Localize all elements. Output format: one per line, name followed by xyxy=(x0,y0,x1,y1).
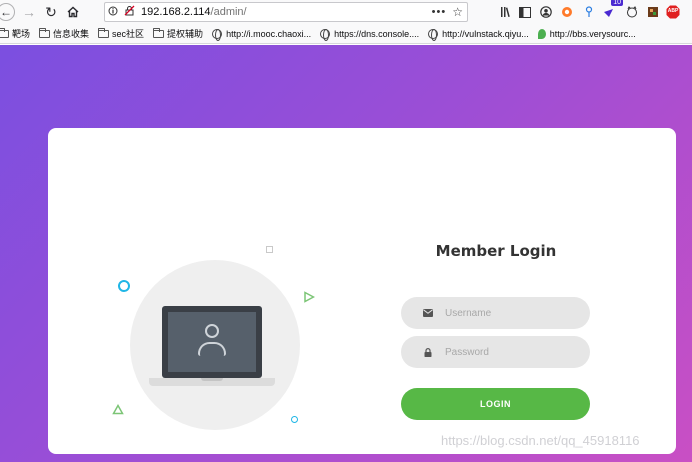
bookmark-item[interactable]: sec社区 xyxy=(98,27,144,40)
bookmark-star-icon[interactable]: ☆ xyxy=(452,5,463,19)
envelope-icon xyxy=(423,309,433,317)
deco-triangle-right-icon xyxy=(304,291,315,303)
password-placeholder: Password xyxy=(445,346,489,358)
globe-icon xyxy=(212,28,223,41)
deco-ring-small xyxy=(291,416,298,423)
username-field[interactable]: Username xyxy=(401,297,590,329)
leaf-icon xyxy=(537,28,546,39)
bookmark-label: 提权辅助 xyxy=(167,29,204,39)
extension-cat-icon[interactable] xyxy=(624,4,640,20)
login-title: Member Login xyxy=(435,242,557,260)
globe-icon xyxy=(320,28,331,41)
deco-ring-large xyxy=(118,280,130,292)
bookmark-label: https://dns.console.... xyxy=(334,28,420,39)
extension-orange-icon[interactable] xyxy=(559,4,575,20)
library-icon[interactable] xyxy=(498,4,514,20)
extension-badge-icon[interactable]: 10 xyxy=(601,0,623,20)
reload-button[interactable]: ↻ xyxy=(41,2,61,22)
bookmark-label: 信息收集 xyxy=(53,29,90,39)
bookmark-label: 靶场 xyxy=(12,29,31,39)
bookmark-item[interactable]: https://dns.console.... xyxy=(320,28,420,41)
bookmark-item[interactable]: 信息收集 xyxy=(39,27,89,40)
login-button[interactable]: LOGIN xyxy=(401,388,590,420)
back-button[interactable]: ← xyxy=(0,3,15,21)
watermark: https://blog.csdn.net/qq_45918116 xyxy=(441,433,640,448)
password-field[interactable]: Password xyxy=(401,336,590,368)
bookmarks-bar: 靶场 信息收集 sec社区 提权辅助 http://i.mooc.chaoxi.… xyxy=(0,24,692,44)
page-actions-menu[interactable]: ••• xyxy=(432,6,447,18)
extension-badge-count: 10 xyxy=(611,0,623,6)
deco-triangle-up-icon xyxy=(112,404,124,415)
bookmark-item[interactable]: 靶场 xyxy=(0,27,30,40)
globe-icon xyxy=(428,28,439,41)
bookmark-item[interactable]: http://i.mooc.chaoxi... xyxy=(212,28,312,41)
page-info-icon[interactable] xyxy=(105,6,121,19)
adblock-label: ABP xyxy=(667,8,679,14)
page-background: Member Login Username Password LOGIN htt… xyxy=(0,45,692,462)
folder-icon xyxy=(153,27,165,38)
forward-button[interactable]: → xyxy=(19,2,39,22)
bookmark-label: http://vulnstack.qiyu... xyxy=(442,28,529,39)
browser-toolbar: ← → ↻ 192.168.2.114/admin/ ••• ☆ 10 ABP xyxy=(0,0,692,24)
sidebar-icon[interactable] xyxy=(517,4,533,20)
bookmark-item[interactable]: http://vulnstack.qiyu... xyxy=(428,28,529,41)
home-button[interactable] xyxy=(63,2,83,22)
account-icon[interactable] xyxy=(538,4,554,20)
extension-key-icon[interactable] xyxy=(581,4,597,20)
insecure-lock-icon[interactable] xyxy=(121,5,137,19)
username-placeholder: Username xyxy=(445,307,492,319)
bookmark-label: http://bbs.verysourc... xyxy=(549,28,636,39)
url-bar[interactable]: 192.168.2.114/admin/ ••• ☆ xyxy=(104,2,468,22)
user-icon xyxy=(205,324,219,338)
home-icon xyxy=(67,6,79,18)
deco-square xyxy=(266,246,273,253)
adblock-icon[interactable]: ABP xyxy=(665,4,681,20)
bookmark-item[interactable]: http://bbs.verysourc... xyxy=(537,28,636,39)
folder-icon xyxy=(39,27,51,38)
url-path: /admin/ xyxy=(210,6,247,18)
bookmark-item[interactable]: 提权辅助 xyxy=(153,27,203,40)
url-host: 192.168.2.114 xyxy=(141,6,211,18)
extension-pixel-icon[interactable] xyxy=(645,4,661,20)
laptop-icon xyxy=(162,306,262,378)
login-card: Member Login Username Password LOGIN xyxy=(48,128,676,454)
lock-icon xyxy=(423,347,433,357)
folder-icon xyxy=(0,27,9,38)
bookmark-label: http://i.mooc.chaoxi... xyxy=(226,28,312,39)
bookmark-label: sec社区 xyxy=(112,29,145,39)
folder-icon xyxy=(98,27,110,38)
